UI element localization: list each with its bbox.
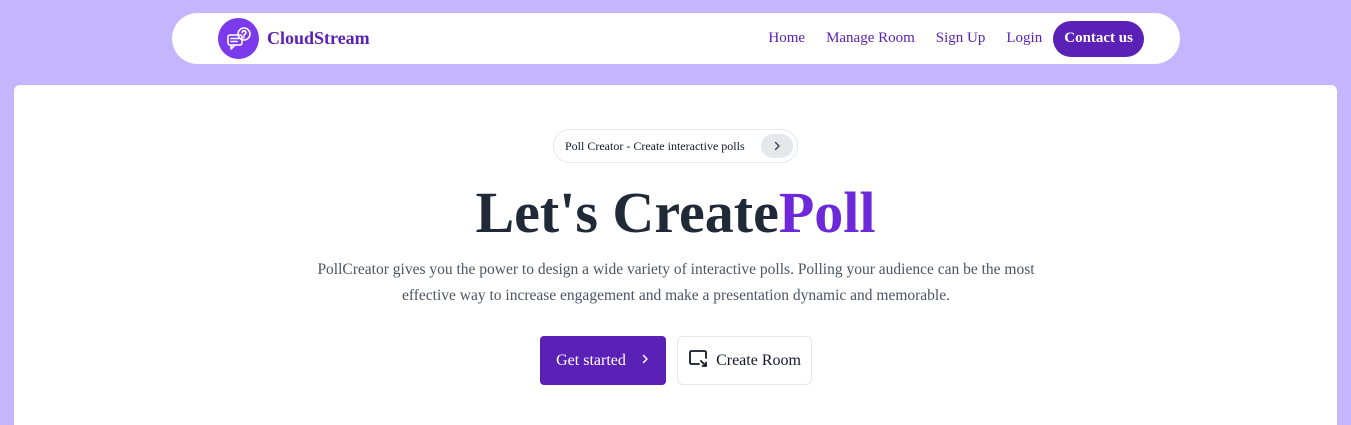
- title-accent: Poll: [778, 180, 876, 245]
- nav-links: Home Manage Room Sign Up Login Contact u…: [768, 20, 1144, 57]
- screen-share-icon: [688, 348, 708, 373]
- contact-us-button[interactable]: Contact us: [1053, 20, 1144, 57]
- nav-link-manage-room[interactable]: Manage Room: [826, 30, 915, 47]
- chevron-right-icon: [640, 352, 650, 370]
- brand-link[interactable]: CloudStream: [218, 18, 370, 59]
- get-started-button[interactable]: Get started: [540, 336, 666, 385]
- nav-link-sign-up[interactable]: Sign Up: [936, 30, 986, 47]
- hero-card: Poll Creator - Create interactive polls …: [14, 85, 1337, 425]
- hero-description: PollCreator gives you the power to desig…: [317, 261, 1035, 304]
- navbar: CloudStream Home Manage Room Sign Up Log…: [172, 13, 1180, 64]
- announcement-pill-text: Poll Creator - Create interactive polls: [565, 138, 745, 153]
- get-started-label: Get started: [556, 351, 626, 369]
- title-main: Let's Create: [475, 180, 779, 245]
- nav-link-home[interactable]: Home: [768, 30, 805, 47]
- announcement-pill[interactable]: Poll Creator - Create interactive polls: [553, 129, 798, 163]
- chevron-right-icon: [761, 134, 793, 158]
- nav-link-login[interactable]: Login: [1006, 30, 1042, 47]
- brand-name: CloudStream: [267, 28, 370, 48]
- page-title: Let's CreatePoll: [14, 178, 1337, 248]
- create-room-label: Create Room: [716, 351, 801, 369]
- chat-question-icon: [218, 18, 259, 59]
- create-room-button[interactable]: Create Room: [677, 336, 812, 385]
